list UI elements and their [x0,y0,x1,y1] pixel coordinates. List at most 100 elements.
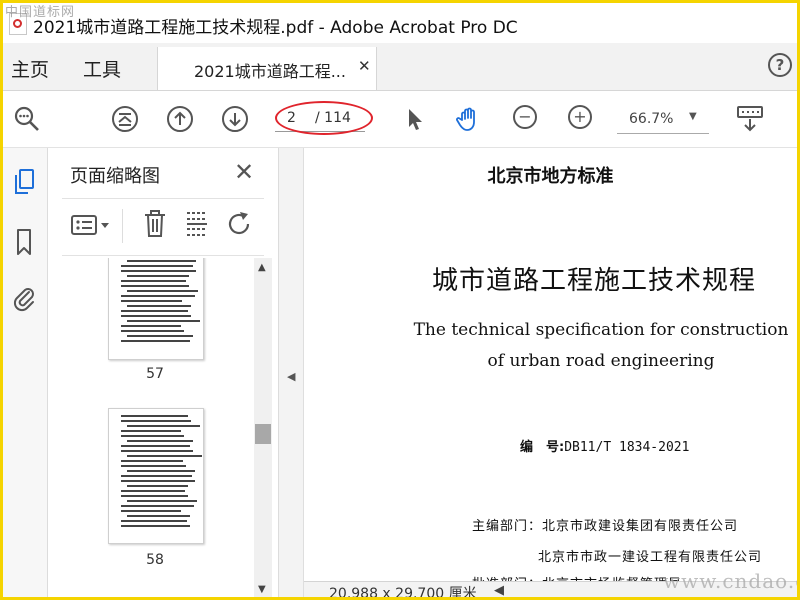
find-zoom-icon[interactable] [13,105,41,133]
chevron-left-icon[interactable]: ◀ [494,583,504,597]
thumbnail-text-line [121,315,191,317]
panel-title: 页面缩略图 [70,166,160,187]
thumbnail-text-line [121,330,184,332]
thumbnail-text-line [121,460,183,462]
thumbnail-text-line [127,485,188,487]
close-icon[interactable]: ✕ [234,158,254,186]
thumbnail-text-line [121,465,186,467]
thumbnail-text-line [121,430,181,432]
page-size-readout: 20.988 x 29.700 厘米 [329,586,477,600]
thumbnail-list: 57 58 ▲ ▼ [62,258,274,597]
scroll-up-icon[interactable]: ▲ [258,262,266,273]
thumbnail-text-line [121,450,193,452]
zoom-in-icon[interactable]: + [568,105,592,129]
thumbnail-text-line [127,290,198,292]
tab-document-label: 2021城市道路工程... [194,62,346,81]
thumbnail-text-line [127,425,200,427]
thumbnail-text-line [121,310,188,312]
thumbnail-text-line [127,275,189,277]
previous-page-icon[interactable] [166,105,194,133]
thumbnail-text-line [127,515,190,517]
thumbnail-text-line [127,440,193,442]
doc-title: 城市道路工程施工技术规程 [432,266,757,296]
thumbnail-text-line [121,280,186,282]
tab-tools[interactable]: 工具 [83,55,121,82]
document-view[interactable]: 北京市地方标准 城市道路工程施工技术规程 The technical speci… [304,148,797,597]
toolbar: 2 / 114 − + 66.7% ▼ [3,91,797,148]
thumbnail-text-line [121,480,195,482]
doc-code-value: DB11/T 1834-2021 [564,440,690,455]
thumbnail-text-line [121,340,190,342]
collapse-arrow-icon[interactable]: ◀ [287,370,295,383]
thumbnail-text-line [121,445,190,447]
page-thumbnails-icon[interactable] [11,168,37,196]
thumbnail-text-line [121,265,193,267]
insert-page-icon[interactable] [184,209,210,239]
doc-org-line1: 主编部门：北京市政建设集团有限责任公司 [472,519,739,534]
attachment-icon[interactable] [11,284,37,312]
rotate-icon[interactable] [226,209,254,239]
doc-english-title-line1: The technical specification for construc… [413,320,789,340]
thumbnail-text-line [127,305,191,307]
scroll-down-icon[interactable]: ▼ [258,584,266,595]
title-bar: 中国道标网 2021城市道路工程施工技术规程.pdf - Adobe Acrob… [3,3,797,43]
page-thumbnail[interactable] [108,258,204,360]
bookmark-icon[interactable] [11,228,37,256]
thumbnail-text-line [127,470,195,472]
tab-home[interactable]: 主页 [11,55,49,82]
thumbnail-text-line [121,475,192,477]
scrollbar-thumb[interactable] [255,424,271,444]
zoom-value: 66.7% [629,111,674,127]
thumbnail-text-line [121,435,184,437]
chevron-down-icon: ▼ [689,111,697,122]
thumbnail-label: 58 [146,552,164,568]
help-icon[interactable]: ? [768,53,792,77]
thumbnail-text-line [121,525,190,527]
panel-splitter[interactable]: ◀ [279,148,304,597]
thumbnail-text-line [127,455,202,457]
thumbnail-text-line [121,300,182,302]
left-rail [3,148,48,597]
doc-english-title-line2: of urban road engineering [487,351,715,371]
thumbnail-text-line [127,500,197,502]
thumbnail-text-line [121,295,195,297]
tab-bar: 主页 工具 2021城市道路工程... ✕ ? [3,43,797,91]
divider [122,209,123,243]
delete-icon[interactable] [142,209,168,239]
panel-toolbar [62,198,264,256]
thumbnail-text-line [127,320,200,322]
thumbnail-text-line [121,270,196,272]
thumbnail-text-line [121,325,181,327]
pdf-page: 北京市地方标准 城市道路工程施工技术规程 The technical speci… [304,148,797,597]
thumbnail-text-line [127,335,193,337]
thumbnail-panel: 页面缩略图 ✕ 57 58 ▲ ▼ [48,148,279,597]
watermark-bottom: www.cndao.com [663,569,797,593]
thumbnail-text-line [121,505,194,507]
window-title: 2021城市道路工程施工技术规程.pdf - Adobe Acrobat Pro… [33,18,518,38]
thumbnail-text-line [121,520,187,522]
doc-header: 北京市地方标准 [487,166,614,187]
keyboard-download-icon[interactable] [735,105,765,133]
thumbnail-text-line [121,285,189,287]
thumbnail-text-line [121,420,191,422]
thumbnail-text-line [121,490,185,492]
thumbnail-text-line [121,495,188,497]
tab-document[interactable]: 2021城市道路工程... ✕ [157,47,377,90]
doc-org-line2: 北京市市政一建设工程有限责任公司 [538,550,763,565]
thumbnail-text-line [121,510,181,512]
page-thumbnail[interactable] [108,408,204,544]
acrobat-window: 中国道标网 2021城市道路工程施工技术规程.pdf - Adobe Acrob… [0,0,800,600]
first-page-icon[interactable] [111,105,139,133]
thumbnail-label: 57 [146,366,164,382]
highlight-oval [275,101,373,135]
close-icon[interactable]: ✕ [358,57,371,75]
options-menu-icon[interactable] [70,213,112,239]
select-cursor-icon[interactable] [401,105,429,133]
thumbnail-text-line [121,415,188,417]
hand-tool-icon[interactable] [455,105,483,133]
zoom-out-icon[interactable]: − [513,105,537,129]
doc-code-label: 编 号: [520,440,565,455]
doc-code: 编 号:DB11/T 1834-2021 [520,436,689,455]
zoom-select[interactable]: 66.7% ▼ [617,107,709,134]
next-page-icon[interactable] [221,105,249,133]
